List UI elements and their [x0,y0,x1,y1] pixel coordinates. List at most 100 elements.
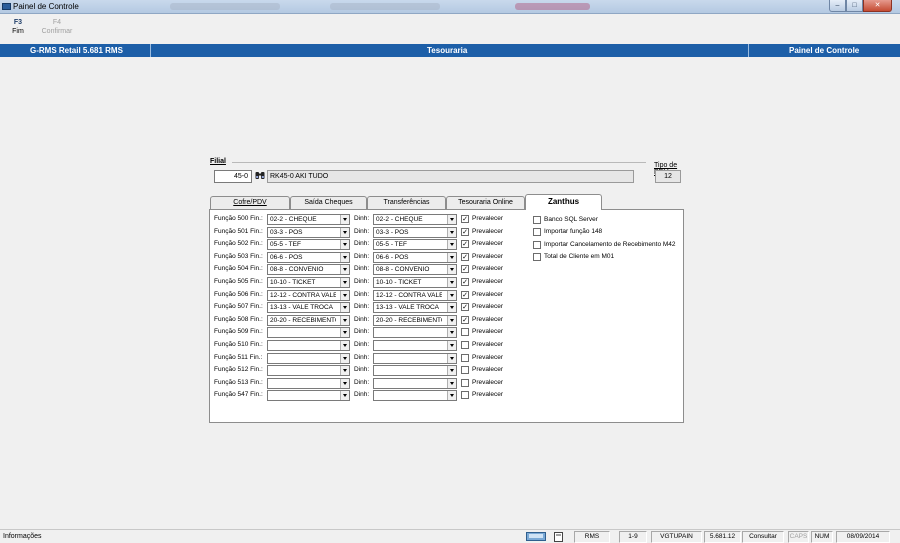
dinh-select[interactable]: 13-13 - VALE TROCA [373,302,457,314]
dinh-select[interactable] [373,365,457,377]
chevron-down-icon[interactable] [447,290,456,300]
fin-select[interactable]: 05-5 - TEF [267,239,350,251]
option-checkbox[interactable] [533,240,541,249]
filial-code-input[interactable]: 45-0 [214,170,252,183]
option-checkbox[interactable] [533,253,541,262]
chevron-down-icon[interactable] [340,378,349,388]
chevron-down-icon[interactable] [447,265,456,275]
close-button[interactable]: ✕ [863,0,892,12]
prevalecer-checkbox[interactable]: ✓ [461,278,469,286]
dinh-select[interactable]: 02-2 - CHEQUE [373,214,457,225]
tab-saida-cheques[interactable]: Saída Cheques [290,196,367,209]
chevron-down-icon[interactable] [340,353,349,363]
chevron-down-icon[interactable] [447,278,456,287]
fin-select[interactable]: 12-12 - CONTRA VALE [267,289,350,301]
chevron-down-icon[interactable] [340,240,349,250]
chevron-down-icon[interactable] [447,303,456,313]
funcao-row: Função 507 Fin.: 13-13 - VALE TROCA Dinh: 1… [210,302,520,314]
minimize-button[interactable]: – [829,0,846,12]
fin-select-value: 13-13 - VALE TROCA [270,304,333,312]
option-label: Importar função 148 [544,228,603,236]
chevron-down-icon[interactable] [340,290,349,300]
prevalecer-checkbox[interactable]: ✓ [461,240,469,249]
chevron-down-icon[interactable] [447,252,456,262]
dinh-select[interactable] [373,377,457,389]
tab-zanthus[interactable]: Zanthus [525,194,602,210]
chevron-down-icon[interactable] [340,328,349,338]
chevron-down-icon[interactable] [447,227,456,237]
window-title-bar[interactable]: Painel de Controle – □ ✕ [0,0,900,14]
prevalecer-checkbox[interactable] [461,341,469,349]
status-info: Informações [3,533,42,540]
tab-tesouraria-online[interactable]: Tesouraria Online [446,196,525,209]
option-checkbox[interactable] [533,228,541,237]
fin-select[interactable] [267,377,350,389]
dinh-select[interactable] [373,340,457,351]
chevron-down-icon[interactable] [447,378,456,388]
chevron-down-icon[interactable] [447,341,456,350]
fin-select[interactable] [267,340,350,351]
dinh-select[interactable]: 03-3 - POS [373,226,457,238]
fin-select[interactable]: 20-20 - RECEBIMENTO [267,314,350,326]
dinh-select[interactable]: 12-12 - CONTRA VALE [373,289,457,301]
prevalecer-checkbox[interactable]: ✓ [461,252,469,261]
chevron-down-icon[interactable] [340,278,349,287]
chevron-down-icon[interactable] [447,215,456,224]
chevron-down-icon[interactable] [447,240,456,250]
dinh-select[interactable]: 06-6 - POS [373,251,457,263]
chevron-down-icon[interactable] [340,215,349,224]
prevalecer-checkbox[interactable]: ✓ [461,315,469,324]
maximize-button[interactable]: □ [846,0,863,12]
chevron-down-icon[interactable] [447,391,456,401]
dinh-select[interactable]: 05-5 - TEF [373,239,457,251]
chevron-down-icon[interactable] [447,315,456,325]
chevron-down-icon[interactable] [340,341,349,350]
chevron-down-icon[interactable] [447,366,456,376]
dinh-select[interactable]: 20-20 - RECEBIMENTO [373,314,457,326]
dinh-select[interactable]: 08-8 - CONVENIO [373,264,457,276]
chevron-down-icon[interactable] [340,366,349,376]
fin-select[interactable] [267,352,350,364]
option-checkbox[interactable] [533,216,541,224]
dinh-select[interactable]: 10-10 - TICKET [373,277,457,288]
prevalecer-checkbox[interactable]: ✓ [461,265,469,274]
fin-select[interactable]: 03-3 - POS [267,226,350,238]
chevron-down-icon[interactable] [447,353,456,363]
chevron-down-icon[interactable] [340,252,349,262]
prevalecer-checkbox[interactable] [461,378,469,387]
prevalecer-checkbox[interactable] [461,366,469,375]
prevalecer-checkbox[interactable]: ✓ [461,215,469,223]
prevalecer-checkbox[interactable]: ✓ [461,290,469,299]
tab-cofre-pdv[interactable]: Cofre/PDV [210,196,290,209]
chevron-down-icon[interactable] [447,328,456,338]
tab-transferencias[interactable]: Transferências [367,196,446,209]
fin-select[interactable]: 13-13 - VALE TROCA [267,302,350,314]
chevron-down-icon[interactable] [340,227,349,237]
prevalecer-checkbox[interactable] [461,391,469,400]
fin-select[interactable]: 02-2 - CHEQUE [267,214,350,225]
chevron-down-icon[interactable] [340,315,349,325]
prevalecer-checkbox[interactable] [461,328,469,337]
dinh-label: Dinh: [354,353,370,361]
dinh-select[interactable] [373,327,457,339]
fin-select[interactable] [267,390,350,402]
fin-select[interactable] [267,365,350,377]
fin-select[interactable]: 10-10 - TICKET [267,277,350,288]
dinh-select[interactable] [373,352,457,364]
fin-select[interactable]: 06-6 - POS [267,251,350,263]
prevalecer-label: Prevalecer [472,341,504,348]
fim-button[interactable]: F3 Fim [8,19,28,35]
funcao-row: Função 512 Fin.: Dinh: Prevalecer [210,365,520,377]
chevron-down-icon[interactable] [340,303,349,313]
chevron-down-icon[interactable] [340,265,349,275]
prevalecer-checkbox[interactable]: ✓ [461,303,469,312]
fin-select[interactable]: 08-8 - CONVENIO [267,264,350,276]
binoculars-search-icon[interactable] [255,171,265,181]
prevalecer-checkbox[interactable] [461,353,469,362]
chevron-down-icon[interactable] [340,391,349,401]
confirmar-button[interactable]: F4 Confirmar [37,19,77,35]
confirmar-key: F4 [52,19,62,26]
prevalecer-checkbox[interactable]: ✓ [461,227,469,236]
fin-select[interactable] [267,327,350,339]
dinh-select[interactable] [373,390,457,402]
